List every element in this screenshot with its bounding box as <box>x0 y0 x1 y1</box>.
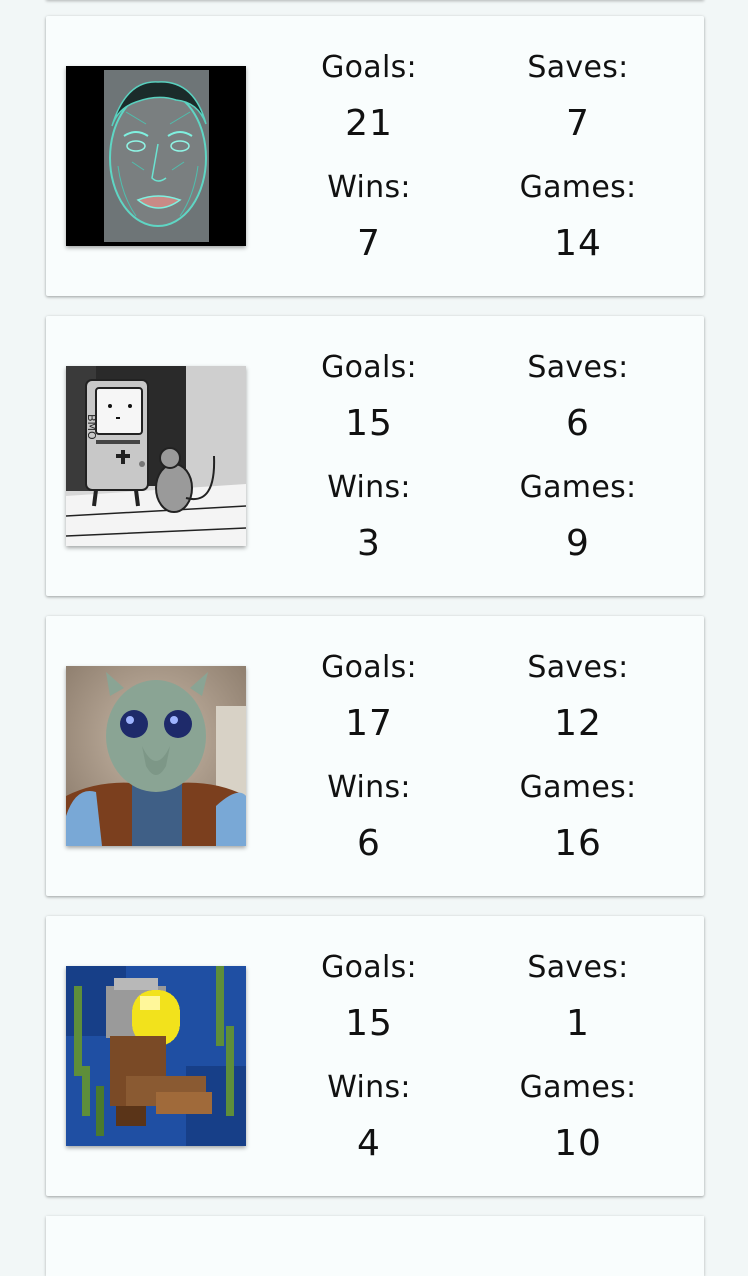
games-label: Games: <box>519 170 637 205</box>
player-card[interactable]: Goals: 21 Saves: 7 Wins: 7 Games: 14 <box>46 16 704 296</box>
saves-value: 1 <box>566 1003 590 1044</box>
saves-stat: Saves: 1 <box>488 948 668 1046</box>
wins-value: 3 <box>357 523 381 564</box>
games-value: 10 <box>554 1123 602 1164</box>
games-label: Games: <box>519 1070 637 1105</box>
goals-stat: Goals: 21 <box>279 48 459 146</box>
goals-value: 17 <box>345 703 393 744</box>
goals-label: Goals: <box>321 350 417 385</box>
saves-stat: Saves: 6 <box>488 348 668 446</box>
wins-value: 6 <box>357 823 381 864</box>
goals-label: Goals: <box>321 950 417 985</box>
goals-value: 15 <box>345 403 393 444</box>
svg-text:BMO: BMO <box>85 414 98 440</box>
goals-label: Goals: <box>321 50 417 85</box>
wins-stat: Wins: 4 <box>279 1068 459 1166</box>
games-stat: Games: 16 <box>488 768 668 866</box>
games-value: 16 <box>554 823 602 864</box>
games-stat: Games: 14 <box>488 168 668 266</box>
pixel-diver-avatar-icon <box>66 966 246 1146</box>
goals-label: Goals: <box>321 650 417 685</box>
bmo-cartoon-avatar-icon: BMO <box>66 366 246 546</box>
saves-label: Saves: <box>527 650 629 685</box>
saves-label: Saves: <box>527 950 629 985</box>
saves-stat: Saves: 7 <box>488 48 668 146</box>
player-card[interactable]: BMO Goals: 15 Saves: 6 Wins: 3 Games: 9 <box>46 316 704 596</box>
wins-label: Wins: <box>327 170 411 205</box>
wins-stat: Wins: 3 <box>279 468 459 566</box>
saves-value: 6 <box>566 403 590 444</box>
wins-value: 7 <box>357 223 381 264</box>
player-card[interactable]: Goals: 15 Saves: 1 Wins: 4 Games: 10 <box>46 916 704 1196</box>
wins-stat: Wins: 7 <box>279 168 459 266</box>
goals-value: 21 <box>345 103 393 144</box>
games-label: Games: <box>519 470 637 505</box>
games-label: Games: <box>519 770 637 805</box>
games-stat: Games: 9 <box>488 468 668 566</box>
saves-stat: Saves: 12 <box>488 648 668 746</box>
goals-stat: Goals: 15 <box>279 348 459 446</box>
saves-label: Saves: <box>527 50 629 85</box>
saves-label: Saves: <box>527 350 629 385</box>
goals-value: 15 <box>345 1003 393 1044</box>
wins-stat: Wins: 6 <box>279 768 459 866</box>
lego-alien-avatar-icon <box>66 666 246 846</box>
next-player-card[interactable] <box>46 1216 704 1276</box>
saves-value: 12 <box>554 703 602 744</box>
games-value: 9 <box>566 523 590 564</box>
goals-stat: Goals: 17 <box>279 648 459 746</box>
games-value: 14 <box>554 223 602 264</box>
saves-value: 7 <box>566 103 590 144</box>
sketch-face-avatar-icon <box>66 66 246 246</box>
games-stat: Games: 10 <box>488 1068 668 1166</box>
player-card[interactable]: Goals: 17 Saves: 12 Wins: 6 Games: 16 <box>46 616 704 896</box>
wins-label: Wins: <box>327 1070 411 1105</box>
wins-label: Wins: <box>327 470 411 505</box>
wins-value: 4 <box>357 1123 381 1164</box>
wins-label: Wins: <box>327 770 411 805</box>
goals-stat: Goals: 15 <box>279 948 459 1046</box>
